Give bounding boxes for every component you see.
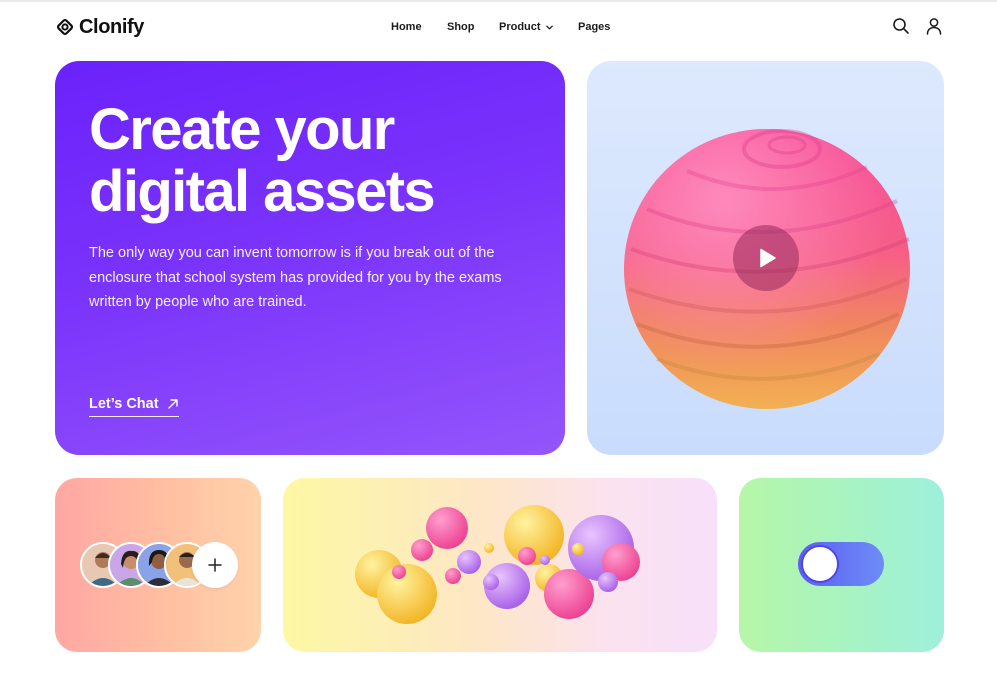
main-nav: Home Shop Product Pages [0,18,997,36]
hero-description: The only way you can invent tomorrow is … [89,245,502,310]
hero-title: Create your digital assets [89,97,436,224]
arrow-up-right-icon [167,399,178,409]
site-header: Clonify Home Shop Product Pages [0,2,997,52]
lets-chat-link[interactable]: Let’s Chat [89,395,179,417]
user-icon[interactable] [925,17,943,35]
toggle-switch[interactable] [798,542,884,586]
nav-pages[interactable]: Pages [578,18,610,36]
team-card [55,478,261,652]
bubbles-card [283,478,717,652]
add-member-button[interactable] [192,542,238,588]
video-card [587,61,944,455]
nav-home[interactable]: Home [391,18,422,36]
play-icon [760,248,776,268]
hero-card: Create your digital assets The only way … [55,61,565,455]
toggle-knob [801,545,839,583]
search-icon[interactable] [892,17,910,35]
nav-shop[interactable]: Shop [447,18,475,36]
bubbles-illustration [355,505,640,624]
toggle-card [739,478,944,652]
avatar-group [80,542,240,588]
nav-product-label: Product [499,21,541,33]
lets-chat-label: Let’s Chat [89,396,159,412]
chevron-down-icon [545,25,553,29]
nav-product[interactable]: Product [499,18,554,36]
play-button[interactable] [733,225,799,291]
plus-icon [208,558,222,572]
